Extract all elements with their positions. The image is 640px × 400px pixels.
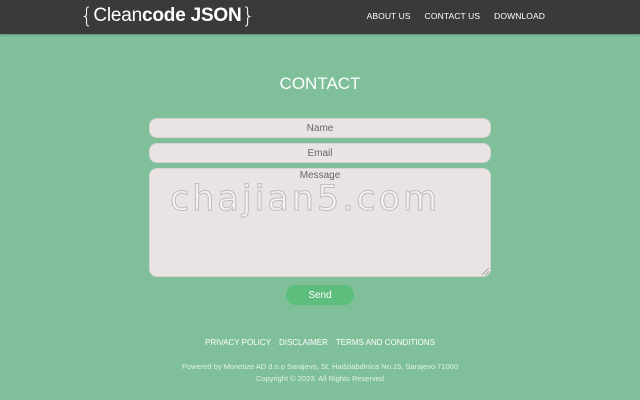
logo-open-brace: { bbox=[80, 3, 94, 28]
nav-about-us[interactable]: ABOUT US bbox=[367, 11, 411, 21]
powered-by-text: Powered by Monetize AD d.o.o Sarajevo, S… bbox=[182, 362, 458, 371]
nav-download[interactable]: DOWNLOAD bbox=[494, 11, 545, 21]
send-button[interactable]: Send bbox=[286, 285, 354, 305]
logo-json-text: JSON bbox=[190, 5, 242, 26]
footer-privacy-policy[interactable]: PRIVACY POLICY bbox=[205, 338, 271, 347]
message-textarea[interactable] bbox=[149, 168, 491, 277]
name-input[interactable] bbox=[149, 118, 491, 138]
logo-code-text: code bbox=[142, 5, 186, 26]
footer-disclaimer[interactable]: DISCLAIMER bbox=[279, 338, 328, 347]
top-navbar: { Clean code JSON } ABOUT US CONTACT US … bbox=[0, 0, 640, 34]
main-nav: ABOUT US CONTACT US DOWNLOAD bbox=[353, 11, 545, 21]
nav-contact-us[interactable]: CONTACT US bbox=[425, 11, 480, 21]
resize-grip-icon[interactable] bbox=[482, 268, 489, 275]
footer-terms-and-conditions[interactable]: TERMS AND CONDITIONS bbox=[336, 338, 435, 347]
logo-close-brace: } bbox=[241, 3, 255, 28]
page-title: CONTACT bbox=[279, 74, 361, 93]
footer-links: PRIVACY POLICY DISCLAIMER TERMS AND COND… bbox=[0, 338, 640, 347]
logo-clean-text: Clean bbox=[93, 5, 143, 26]
copyright-text: Copyright © 2023. All Rights Reserved bbox=[255, 374, 385, 383]
logo[interactable]: { Clean code JSON } bbox=[80, 3, 255, 29]
email-input[interactable] bbox=[149, 143, 491, 163]
